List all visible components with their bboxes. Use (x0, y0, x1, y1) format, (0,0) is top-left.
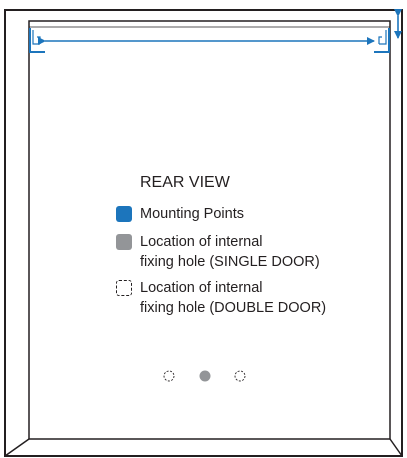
legend-label: Location of internal fixing hole (DOUBLE… (140, 278, 326, 318)
legend-label: Mounting Points (140, 204, 244, 224)
frame-bevel-bottom-left (4, 438, 30, 457)
double-door-hole-swatch (116, 280, 132, 296)
double-door-hole-right (234, 370, 246, 382)
frame-bevel-bottom-right (389, 438, 403, 457)
single-door-hole-swatch (116, 234, 132, 250)
legend-line: Location of internal (140, 234, 263, 250)
legend-label: Location of internal fixing hole (SINGLE… (140, 232, 320, 272)
fixing-hole-markers (163, 370, 246, 382)
legend-line: fixing hole (SINGLE DOOR) (140, 254, 320, 270)
single-door-hole-center (199, 370, 211, 382)
corner-bracket-icon (374, 28, 390, 53)
legend-title: REAR VIEW (140, 174, 230, 191)
corner-bracket-icon (29, 28, 45, 53)
mounting-point-swatch (116, 206, 132, 222)
double-door-hole-left (163, 370, 175, 382)
legend-line: Mounting Points (140, 206, 244, 222)
legend-line: Location of internal (140, 280, 263, 296)
rear-view-diagram (4, 9, 403, 457)
legend-line: fixing hole (DOUBLE DOOR) (140, 300, 327, 316)
